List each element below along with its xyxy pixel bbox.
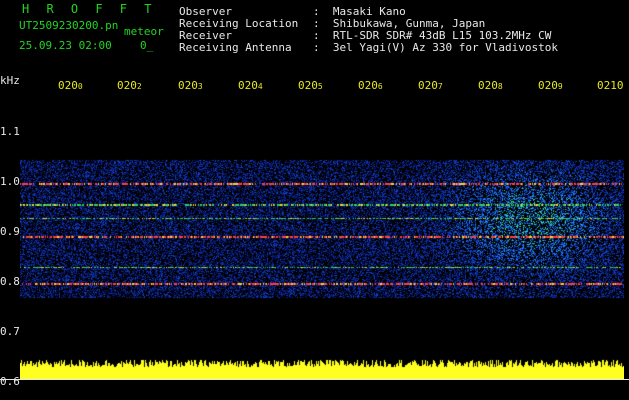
- y-tick-label: 0.8: [0, 275, 20, 288]
- y-tick-label: 0.6: [0, 375, 20, 388]
- antenna-value: : 3el Yagi(V) Az 330 for Vladivostok: [313, 41, 559, 54]
- y-unit-label: kHz: [0, 74, 20, 87]
- datetime-label: 25.09.23 02:00: [19, 39, 112, 52]
- x-tick-label: 0209: [538, 79, 563, 92]
- mode-label: meteor: [124, 25, 164, 38]
- y-tick-label: 1.0: [0, 175, 20, 188]
- x-tick-label: 0202: [117, 79, 142, 92]
- x-tick-label: 0206: [358, 79, 383, 92]
- x-tick-label: 0210: [597, 79, 624, 92]
- y-tick-label: 0.9: [0, 225, 20, 238]
- y-tick-label: 1.1: [0, 125, 20, 138]
- x-tick-label: 0207: [418, 79, 443, 92]
- spectrogram-plot: [20, 100, 624, 379]
- x-tick-label: 0200: [58, 79, 83, 92]
- x-tick-label: 0205: [298, 79, 323, 92]
- x-tick-label: 0203: [178, 79, 203, 92]
- antenna-label: Receiving Antenna: [179, 41, 292, 54]
- x-tick-label: 0208: [478, 79, 503, 92]
- baseline-rule: [0, 379, 629, 380]
- x-tick-label: 0204: [238, 79, 263, 92]
- y-tick-label: 0.7: [0, 325, 20, 338]
- counter-label: 0_: [140, 39, 154, 52]
- brand-title: H R O F F T: [22, 2, 157, 16]
- hrofft-spectrogram-window: H R O F F T UT2509230200.pn meteor 25.09…: [0, 0, 629, 400]
- filename-label: UT2509230200.pn: [19, 19, 119, 32]
